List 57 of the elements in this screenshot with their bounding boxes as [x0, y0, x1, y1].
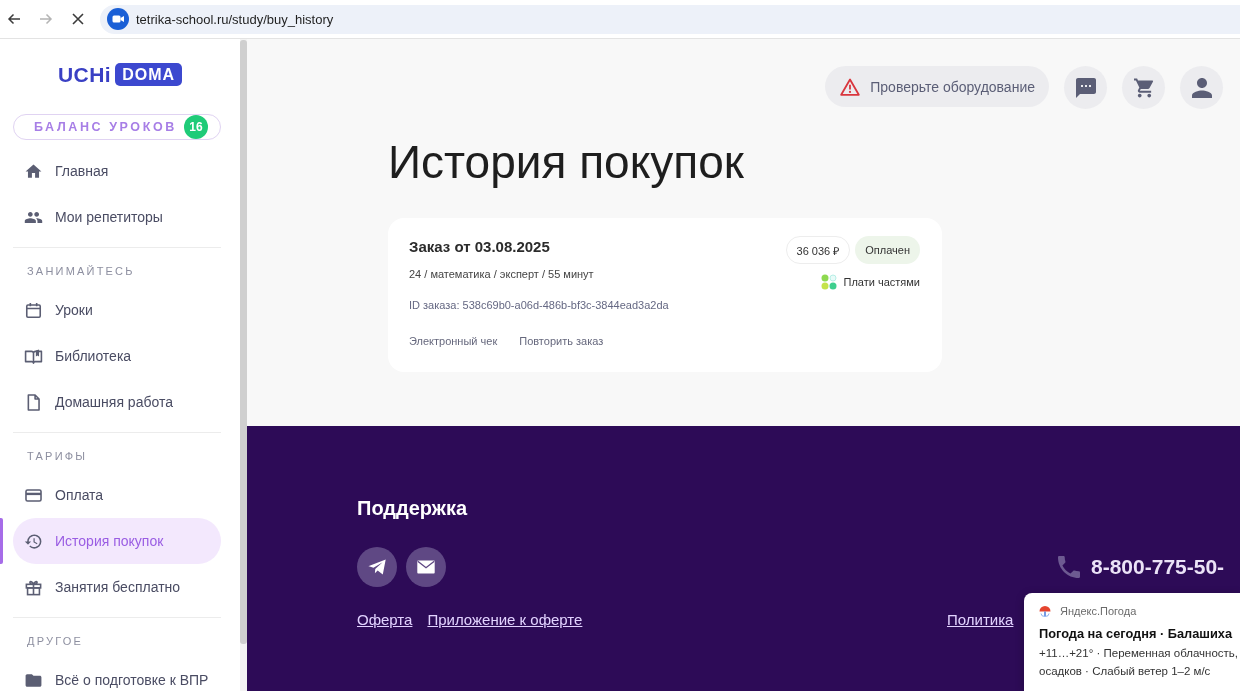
sidebar-item[interactable]: Библиотека [13, 333, 221, 379]
notification-source: Яндекс.Погода [1060, 604, 1137, 618]
phone-number: 8-800-775-50- [1091, 554, 1225, 580]
home-icon [24, 161, 43, 181]
logo-badge: DOMA [115, 63, 183, 86]
balance-count: 16 [184, 115, 208, 139]
order-id: ID заказа: 538c69b0-a06d-486b-bf3c-3844ead3a2da [409, 298, 669, 312]
notification-title: Погода на сегодня · Балашиха [1039, 626, 1234, 642]
calendar-icon [24, 300, 43, 320]
active-indicator [0, 518, 3, 564]
messenger-button[interactable] [357, 547, 397, 587]
person-icon [1191, 77, 1212, 98]
sidebar-item[interactable]: Главная [13, 148, 221, 194]
cart-icon [1133, 77, 1154, 98]
section-title: ДРУГОЕ [27, 634, 84, 649]
order-action-link[interactable]: Электронный чек [409, 334, 498, 348]
four-dots-icon [820, 274, 837, 290]
installments-label: Плати частями [843, 275, 920, 290]
status-tag: Оплачен [855, 236, 920, 264]
url-text: tetrika-school.ru/study/buy_history [136, 11, 334, 27]
order-action-link[interactable]: Повторить заказ [519, 334, 604, 348]
balance-label: БАЛАНС УРОКОВ [34, 120, 177, 134]
equipment-check-button[interactable]: Проверьте оборудование [825, 66, 1049, 107]
back-arrow-icon [6, 11, 22, 27]
order-title: Заказ от 03.08.2025 [409, 237, 551, 257]
footer-link[interactable]: Приложение к оферте [427, 611, 583, 629]
notification-popup[interactable]: Яндекс.Погода Погода на сегодня · Балашиха +11…+21° · Переменная облачность, осадков · Слабый ветер 1–2 м/с [1024, 593, 1240, 691]
history-icon [24, 531, 43, 551]
warning-icon [840, 77, 861, 96]
sidebar-item[interactable]: Домашняя работа [13, 379, 221, 425]
cart-button[interactable] [1122, 66, 1165, 109]
video-camera-icon [107, 8, 129, 30]
section-title: ТАРИФЫ [27, 449, 89, 464]
section-title: ЗАНИМАЙТЕСЬ [27, 264, 136, 279]
address-bar[interactable]: tetrika-school.ru/study/buy_history [100, 4, 1240, 34]
footer-link[interactable]: Оферта [357, 611, 413, 629]
umbrella-icon [1039, 605, 1051, 617]
sidebar-item[interactable]: Уроки [13, 287, 221, 333]
close-icon [70, 11, 86, 27]
profile-button[interactable] [1180, 66, 1223, 109]
email-button[interactable] [406, 547, 446, 587]
chat-button[interactable] [1064, 66, 1107, 109]
phone-icon [1058, 555, 1080, 579]
notification-text: +11…+21° · Переменная облачность, [1039, 646, 1239, 661]
sidebar-item[interactable]: Мои репетиторы [13, 194, 221, 240]
sidebar-item[interactable]: Оплата [13, 472, 221, 518]
page-title: История покупок [388, 135, 745, 190]
order-details: 24 / математика / эксперт / 55 минут [409, 267, 595, 281]
logo-wordmark: UCHi [57, 63, 112, 86]
sidebar-item[interactable]: Всё о подготовке к ВПР [13, 657, 221, 691]
support-title: Поддержка [357, 496, 468, 520]
sidebar-item[interactable]: История покупок [13, 518, 221, 564]
sidebar-item[interactable]: Занятия бесплатно [13, 564, 221, 610]
notification-text: осадков · Слабый ветер 1–2 м/с [1039, 664, 1212, 679]
footer-link[interactable]: Политика [947, 611, 1014, 629]
forward-arrow-icon [38, 11, 54, 27]
chat-icon [1075, 77, 1096, 98]
